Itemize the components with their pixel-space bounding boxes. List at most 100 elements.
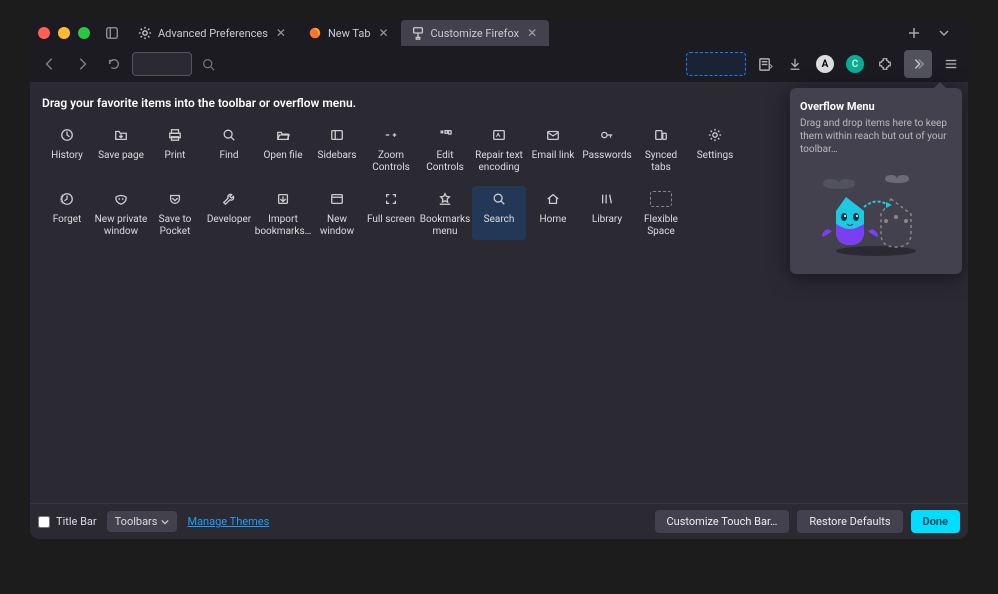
item-label: Import bookmarks… — [255, 214, 312, 238]
customize-item-save-page[interactable]: Save page — [94, 122, 148, 176]
overflow-illustration — [800, 166, 952, 262]
customize-item-synced-tabs[interactable]: Synced tabs — [634, 122, 688, 176]
folder-open-icon — [272, 124, 294, 146]
url-bar-placeholder[interactable] — [132, 52, 192, 76]
customize-touch-bar-button[interactable]: Customize Touch Bar… — [655, 510, 790, 533]
customize-item-search-item[interactable]: Search — [472, 186, 526, 240]
item-label: Developer — [207, 214, 251, 238]
toolbar-drop-target[interactable] — [686, 52, 746, 76]
item-label: Library — [592, 214, 622, 238]
item-label: Synced tabs — [634, 150, 688, 174]
customize-item-passwords[interactable]: Passwords — [580, 122, 634, 176]
extensions-icon[interactable] — [874, 53, 896, 75]
account-icon[interactable]: A — [814, 53, 836, 75]
tab-new-tab[interactable]: New Tab ✕ — [298, 20, 401, 46]
customize-item-full-screen[interactable]: Full screen — [364, 186, 418, 240]
home-icon — [542, 188, 564, 210]
customize-item-repair-text[interactable]: Repair text encoding — [472, 122, 526, 176]
customize-item-new-window[interactable]: New window — [310, 186, 364, 240]
customize-item-flexible-space[interactable]: Flexible Space — [634, 186, 688, 240]
panel-icon[interactable] — [102, 23, 122, 43]
overflow-desc: Drag and drop items here to keep them wi… — [800, 117, 952, 156]
new-tab-button[interactable] — [906, 25, 922, 41]
item-label: Bookmarks menu — [418, 214, 472, 238]
customize-item-forget[interactable]: Forget — [40, 186, 94, 240]
item-label: Open file — [263, 150, 302, 174]
customize-item-import-bookmarks[interactable]: Import bookmarks… — [256, 186, 310, 240]
tab-customize-firefox[interactable]: Customize Firefox ✕ — [401, 20, 550, 46]
item-label: Sidebars — [318, 150, 357, 174]
customize-item-home[interactable]: Home — [526, 186, 580, 240]
search-icon — [488, 188, 510, 210]
synced-icon — [650, 124, 672, 146]
customize-item-new-private[interactable]: New private window — [94, 186, 148, 240]
history-icon — [56, 124, 78, 146]
minimize-window-button[interactable] — [58, 27, 70, 39]
customize-item-print[interactable]: Print — [148, 122, 202, 176]
item-label: Save to Pocket — [148, 214, 202, 238]
customize-item-find[interactable]: Find — [202, 122, 256, 176]
titlebar-label: Title Bar — [56, 515, 97, 528]
customize-content: Drag your favorite items into the toolba… — [30, 82, 968, 503]
firefox-icon — [308, 26, 322, 40]
customize-item-save-pocket[interactable]: Save to Pocket — [148, 186, 202, 240]
sidebar-icon — [326, 124, 348, 146]
zoom-icon — [380, 124, 402, 146]
downloads-icon[interactable] — [784, 53, 806, 75]
manage-themes-link[interactable]: Manage Themes — [187, 515, 269, 528]
footer: Title Bar Toolbars Manage Themes Customi… — [30, 503, 968, 539]
pocket-icon — [164, 188, 186, 210]
item-label: Email link — [532, 150, 575, 174]
key-icon — [596, 124, 618, 146]
item-label: Home — [540, 214, 567, 238]
overflow-panel[interactable]: Overflow Menu Drag and drop items here t… — [790, 88, 962, 274]
tab-label: Advanced Preferences — [158, 27, 268, 40]
traffic-lights — [38, 27, 90, 39]
toolbars-dropdown[interactable]: Toolbars — [107, 511, 178, 532]
reader-icon[interactable] — [754, 53, 776, 75]
item-label: Forget — [53, 214, 82, 238]
customize-item-bookmarks-menu[interactable]: Bookmarks menu — [418, 186, 472, 240]
customize-item-sidebars[interactable]: Sidebars — [310, 122, 364, 176]
tab-label: New Tab — [328, 27, 371, 40]
tabs-dropdown-button[interactable] — [936, 25, 952, 41]
forward-button[interactable] — [68, 50, 96, 78]
app-menu-button[interactable] — [940, 53, 962, 75]
overflow-menu-button[interactable] — [904, 50, 932, 78]
item-label: Full screen — [367, 214, 415, 238]
search-icon — [196, 52, 220, 76]
close-window-button[interactable] — [38, 27, 50, 39]
titlebar-checkbox-input[interactable] — [38, 516, 50, 528]
done-button[interactable]: Done — [911, 510, 960, 533]
bookmarks-icon — [434, 188, 456, 210]
flexspace-icon — [650, 188, 672, 210]
customize-item-open-file[interactable]: Open file — [256, 122, 310, 176]
customize-item-email-link[interactable]: Email link — [526, 122, 580, 176]
item-label: Save page — [98, 150, 144, 174]
item-label: Zoom Controls — [364, 150, 418, 174]
close-tab-button[interactable]: ✕ — [525, 26, 539, 40]
reload-button[interactable] — [100, 50, 128, 78]
tab-advanced-preferences[interactable]: Advanced Preferences ✕ — [128, 20, 298, 46]
maximize-window-button[interactable] — [78, 27, 90, 39]
mail-icon — [542, 124, 564, 146]
close-tab-button[interactable]: ✕ — [274, 26, 288, 40]
close-tab-button[interactable]: ✕ — [377, 26, 391, 40]
customize-item-history[interactable]: History — [40, 122, 94, 176]
item-label: Repair text encoding — [472, 150, 526, 174]
restore-defaults-button[interactable]: Restore Defaults — [797, 510, 902, 533]
item-label: Flexible Space — [634, 214, 688, 238]
item-label: Search — [484, 214, 515, 238]
edit-ctrl-icon — [434, 124, 456, 146]
customize-item-developer[interactable]: Developer — [202, 186, 256, 240]
titlebar-checkbox[interactable]: Title Bar — [38, 515, 97, 528]
gear-icon — [704, 124, 726, 146]
profile-icon[interactable]: C — [844, 53, 866, 75]
import-icon — [272, 188, 294, 210]
customize-item-edit-controls[interactable]: Edit Controls — [418, 122, 472, 176]
customize-item-zoom[interactable]: Zoom Controls — [364, 122, 418, 176]
window-icon — [326, 188, 348, 210]
back-button[interactable] — [36, 50, 64, 78]
customize-item-settings[interactable]: Settings — [688, 122, 742, 176]
customize-item-library[interactable]: Library — [580, 186, 634, 240]
